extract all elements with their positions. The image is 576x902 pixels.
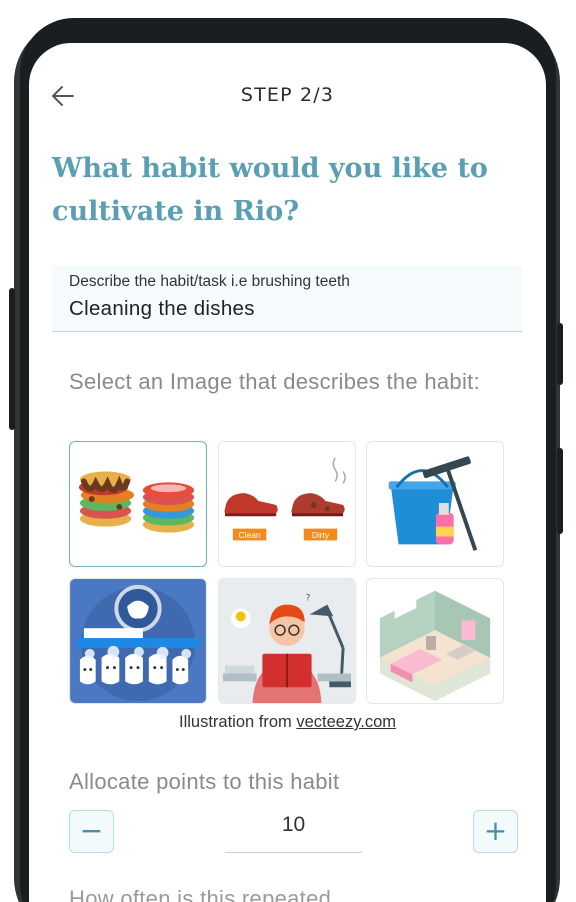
vecteezy-link[interactable]: vecteezy.com: [296, 713, 396, 731]
brushing-teeth-illustration: [70, 579, 206, 703]
image-option-reading[interactable]: ?: [218, 578, 356, 704]
shoe-dirty-label: Dirty: [312, 530, 330, 540]
increment-button[interactable]: +: [473, 810, 518, 853]
phone-side-button: [9, 288, 15, 430]
shoes-illustration: Clean Dirty: [224, 457, 346, 541]
step-indicator: STEP 2/3: [240, 84, 335, 106]
shoe-clean-label: Clean: [239, 530, 261, 540]
habit-input[interactable]: Describe the habit/task i.e brushing tee…: [52, 266, 522, 332]
svg-text:?: ?: [306, 594, 311, 604]
phone-side-button: [557, 323, 563, 385]
credit-prefix: Illustration from: [178, 713, 297, 731]
reading-illustration: ?: [219, 579, 355, 703]
app-screen: STEP 2/3 What habit would you like to cu…: [29, 43, 546, 902]
bedroom-illustration: [379, 590, 491, 702]
image-option-shoes[interactable]: Clean Dirty: [218, 441, 356, 567]
image-option-bedroom[interactable]: [366, 578, 504, 704]
image-option-dishes[interactable]: [69, 441, 207, 567]
points-title: Allocate points to this habit: [69, 769, 340, 794]
repeat-title: How often is this repeated: [69, 886, 332, 902]
image-option-brushing[interactable]: [69, 578, 207, 704]
habit-input-value[interactable]: Cleaning the dishes: [69, 297, 255, 321]
illustration-credit: Illustration from vecteezy.com: [29, 713, 546, 732]
phone-side-button: [557, 448, 563, 534]
decrement-button[interactable]: −: [69, 810, 114, 853]
page-title: What habit would you like to cultivate i…: [52, 153, 488, 227]
dishes-illustration: [78, 471, 195, 533]
habit-input-label: Describe the habit/task i.e brushing tee…: [69, 273, 350, 290]
points-input[interactable]: 10: [225, 811, 362, 853]
cleaning-bucket-illustration: [388, 456, 478, 551]
image-select-title: Select an Image that describes the habit…: [69, 369, 480, 394]
image-grid: Clean Dirty ?: [69, 441, 506, 706]
image-option-cleaning[interactable]: [366, 441, 504, 567]
